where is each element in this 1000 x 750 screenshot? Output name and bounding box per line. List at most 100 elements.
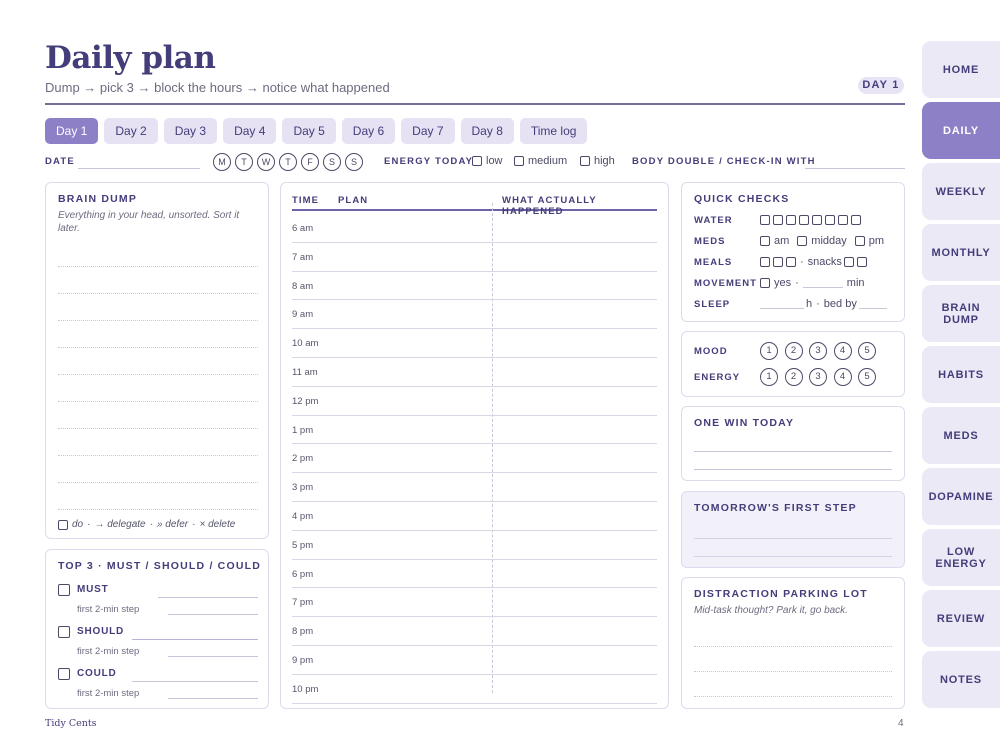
sidebar-item-brain-dump[interactable]: BRAIN DUMP (922, 285, 1000, 342)
meal-checkbox[interactable] (773, 257, 783, 267)
writing-line[interactable] (58, 320, 258, 321)
energy-rating-5[interactable]: 5 (858, 368, 876, 386)
writing-line[interactable] (58, 374, 258, 375)
energy-rating-1[interactable]: 1 (760, 368, 778, 386)
should-field[interactable] (132, 628, 258, 640)
writing-line[interactable] (58, 455, 258, 456)
must-field[interactable] (158, 586, 258, 598)
tab-day-5[interactable]: Day 5 (282, 118, 336, 144)
schedule-row[interactable]: 1 pm (292, 416, 657, 445)
schedule-row[interactable]: 10 am (292, 329, 657, 358)
water-checkbox[interactable] (838, 215, 848, 225)
writing-line[interactable] (58, 347, 258, 348)
bed-by-field[interactable] (858, 299, 887, 309)
tab-day-2[interactable]: Day 2 (104, 118, 158, 144)
schedule-row[interactable]: 4 pm (292, 502, 657, 531)
water-checkbox[interactable] (825, 215, 835, 225)
sleep-hours-field[interactable] (760, 299, 804, 309)
snack-checkbox[interactable] (856, 257, 867, 267)
meds-midday-checkbox[interactable] (797, 236, 808, 246)
must-checkbox[interactable] (58, 584, 70, 596)
should-checkbox[interactable] (58, 626, 70, 638)
schedule-row[interactable]: 6 am (292, 214, 657, 243)
energy-medium-option[interactable]: medium (514, 155, 567, 167)
mood-rating-5[interactable]: 5 (858, 342, 876, 360)
writing-line[interactable] (58, 482, 258, 483)
one-win-line[interactable] (694, 460, 892, 470)
energy-rating-3[interactable]: 3 (809, 368, 827, 386)
water-checkbox[interactable] (799, 215, 809, 225)
sidebar-item-low-energy[interactable]: LOW ENERGY (922, 529, 1000, 586)
sidebar-item-habits[interactable]: HABITS (922, 346, 1000, 403)
should-step-field[interactable] (168, 645, 258, 657)
movement-minutes-field[interactable] (802, 278, 843, 288)
must-step-field[interactable] (168, 603, 258, 615)
weekday-wed[interactable]: W (257, 153, 275, 171)
schedule-row[interactable]: 10 pm (292, 675, 657, 704)
meds-pm-checkbox[interactable] (854, 236, 865, 246)
writing-line[interactable] (694, 696, 892, 697)
weekday-sun[interactable]: S (345, 153, 363, 171)
sidebar-item-daily[interactable]: DAILY (922, 102, 1000, 159)
schedule-row[interactable]: 11 am (292, 358, 657, 387)
could-step-field[interactable] (168, 687, 258, 699)
tab-day-1[interactable]: Day 1 (45, 118, 99, 144)
sidebar-item-home[interactable]: HOME (922, 41, 1000, 98)
sidebar-item-notes[interactable]: NOTES (922, 651, 1000, 708)
energy-low-checkbox[interactable] (472, 156, 482, 166)
tomorrow-line[interactable] (694, 547, 892, 557)
writing-line[interactable] (58, 293, 258, 294)
meds-am-checkbox[interactable] (760, 236, 770, 246)
schedule-row[interactable]: 6 pm (292, 560, 657, 589)
tab-day-4[interactable]: Day 4 (223, 118, 277, 144)
mood-rating-4[interactable]: 4 (833, 342, 852, 360)
schedule-row[interactable]: 3 pm (292, 473, 657, 502)
weekday-mon[interactable]: M (213, 153, 231, 171)
tab-day-7[interactable]: Day 7 (401, 118, 455, 144)
sidebar-item-weekly[interactable]: WEEKLY (922, 163, 1000, 220)
mood-rating-2[interactable]: 2 (784, 342, 803, 360)
mood-rating-3[interactable]: 3 (809, 342, 827, 360)
energy-rating-2[interactable]: 2 (784, 368, 803, 386)
one-win-line[interactable] (694, 442, 892, 452)
water-checkbox[interactable] (760, 215, 770, 225)
sidebar-item-review[interactable]: REVIEW (922, 590, 1000, 647)
schedule-row[interactable]: 8 pm (292, 617, 657, 646)
movement-yes-checkbox[interactable] (760, 278, 770, 288)
tab-day-8[interactable]: Day 8 (460, 118, 514, 144)
meal-checkbox[interactable] (760, 257, 770, 267)
meal-checkbox[interactable] (786, 257, 796, 267)
water-checkbox[interactable] (812, 215, 822, 225)
schedule-row[interactable]: 8 am (292, 272, 657, 301)
sidebar-item-dopamine[interactable]: DOPAMINE (922, 468, 1000, 525)
tab-day-6[interactable]: Day 6 (341, 118, 396, 144)
weekday-tue[interactable]: T (235, 153, 253, 171)
energy-low-option[interactable]: low (472, 155, 503, 167)
schedule-row[interactable]: 2 pm (292, 444, 657, 474)
tomorrow-line[interactable] (694, 529, 892, 539)
schedule-row[interactable]: 7 am (292, 243, 657, 272)
energy-rating-4[interactable]: 4 (833, 368, 852, 386)
schedule-row[interactable]: 9 pm (292, 646, 657, 675)
writing-line[interactable] (58, 266, 258, 267)
schedule-row[interactable]: 5 pm (292, 531, 657, 560)
energy-high-checkbox[interactable] (580, 156, 590, 166)
writing-line[interactable] (58, 509, 258, 510)
snack-checkbox[interactable] (843, 257, 854, 267)
water-checkbox[interactable] (786, 215, 796, 225)
could-checkbox[interactable] (58, 668, 70, 680)
weekday-thu[interactable]: T (279, 153, 297, 171)
writing-line[interactable] (58, 401, 258, 402)
tab-time-log[interactable]: Time log (519, 118, 588, 144)
weekday-sat[interactable]: S (323, 153, 341, 171)
writing-line[interactable] (694, 646, 892, 647)
tab-day-3[interactable]: Day 3 (163, 118, 218, 144)
schedule-row[interactable]: 12 pm (292, 387, 657, 416)
mood-rating-1[interactable]: 1 (760, 342, 778, 360)
body-double-field[interactable] (805, 156, 905, 169)
water-checkbox[interactable] (773, 215, 783, 225)
schedule-row[interactable]: 7 pm (292, 588, 657, 618)
schedule-row[interactable]: 9 am (292, 300, 657, 330)
sidebar-item-meds[interactable]: MEDS (922, 407, 1000, 464)
energy-medium-checkbox[interactable] (514, 156, 524, 166)
